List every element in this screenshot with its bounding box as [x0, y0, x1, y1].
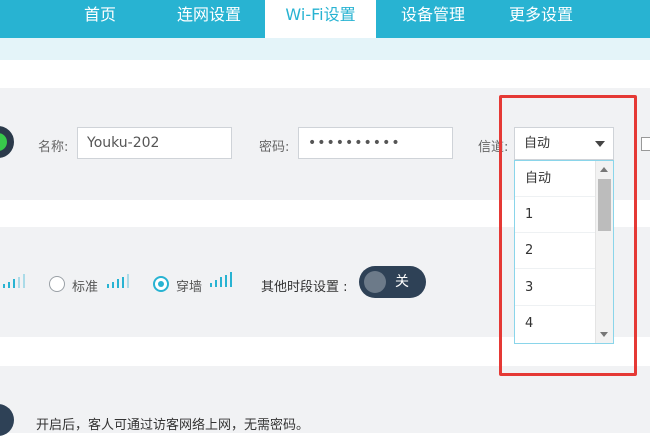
tab-network-settings[interactable]: 连网设置 [160, 0, 258, 38]
signal-strength-icon [107, 274, 131, 288]
power-standard-radio[interactable] [49, 276, 65, 292]
other-time-settings-toggle[interactable]: 关 [359, 266, 426, 298]
channel-option-1[interactable]: 1 [515, 197, 595, 233]
wifi-channel-label: 信道: [478, 140, 509, 155]
chevron-down-icon [595, 141, 605, 147]
channel-option-3[interactable]: 3 [515, 270, 595, 306]
tab-more-settings[interactable]: 更多设置 [492, 0, 590, 38]
channel-option-auto[interactable]: 自动 [515, 161, 595, 197]
channel-select[interactable]: 自动 [514, 127, 614, 160]
channel-option-4[interactable]: 4 [515, 306, 595, 342]
scrollbar-thumb[interactable] [598, 179, 611, 231]
wifi-name-label: 名称: [38, 140, 69, 155]
top-nav: 首页 连网设置 Wi-Fi设置 设备管理 更多设置 [0, 0, 650, 38]
tab-device-management[interactable]: 设备管理 [384, 0, 482, 38]
power-wall-penetration-radio[interactable] [153, 276, 169, 292]
power-standard-label: 标准 [72, 280, 99, 295]
wifi-password-label: 密码: [259, 140, 290, 155]
scroll-down-arrow-icon[interactable] [600, 332, 608, 337]
guest-network-description: 开启后，客人可通过访客网络上网，无需密码。 [36, 418, 310, 433]
hide-ssid-checkbox[interactable] [641, 137, 650, 151]
nav-underline-strip [0, 38, 650, 60]
signal-strength-icon [3, 274, 27, 288]
power-wall-penetration-label: 穿墙 [176, 280, 203, 295]
toggle-state-label: 关 [395, 274, 409, 290]
signal-strength-icon [210, 272, 236, 287]
tab-home[interactable]: 首页 [62, 0, 138, 38]
tab-wifi-settings[interactable]: Wi-Fi设置 [265, 0, 376, 38]
channel-dropdown-list: 自动 1 2 3 4 [514, 160, 614, 344]
wifi-name-input[interactable] [77, 127, 232, 159]
scroll-up-arrow-icon[interactable] [600, 167, 608, 172]
dropdown-scrollbar[interactable] [595, 161, 613, 343]
toggle-knob [364, 271, 386, 293]
channel-option-2[interactable]: 2 [515, 233, 595, 269]
wifi-password-input[interactable]: •••••••••• [298, 127, 453, 159]
other-time-settings-label: 其他时段设置 : [261, 280, 348, 295]
channel-selected-value: 自动 [524, 136, 551, 151]
